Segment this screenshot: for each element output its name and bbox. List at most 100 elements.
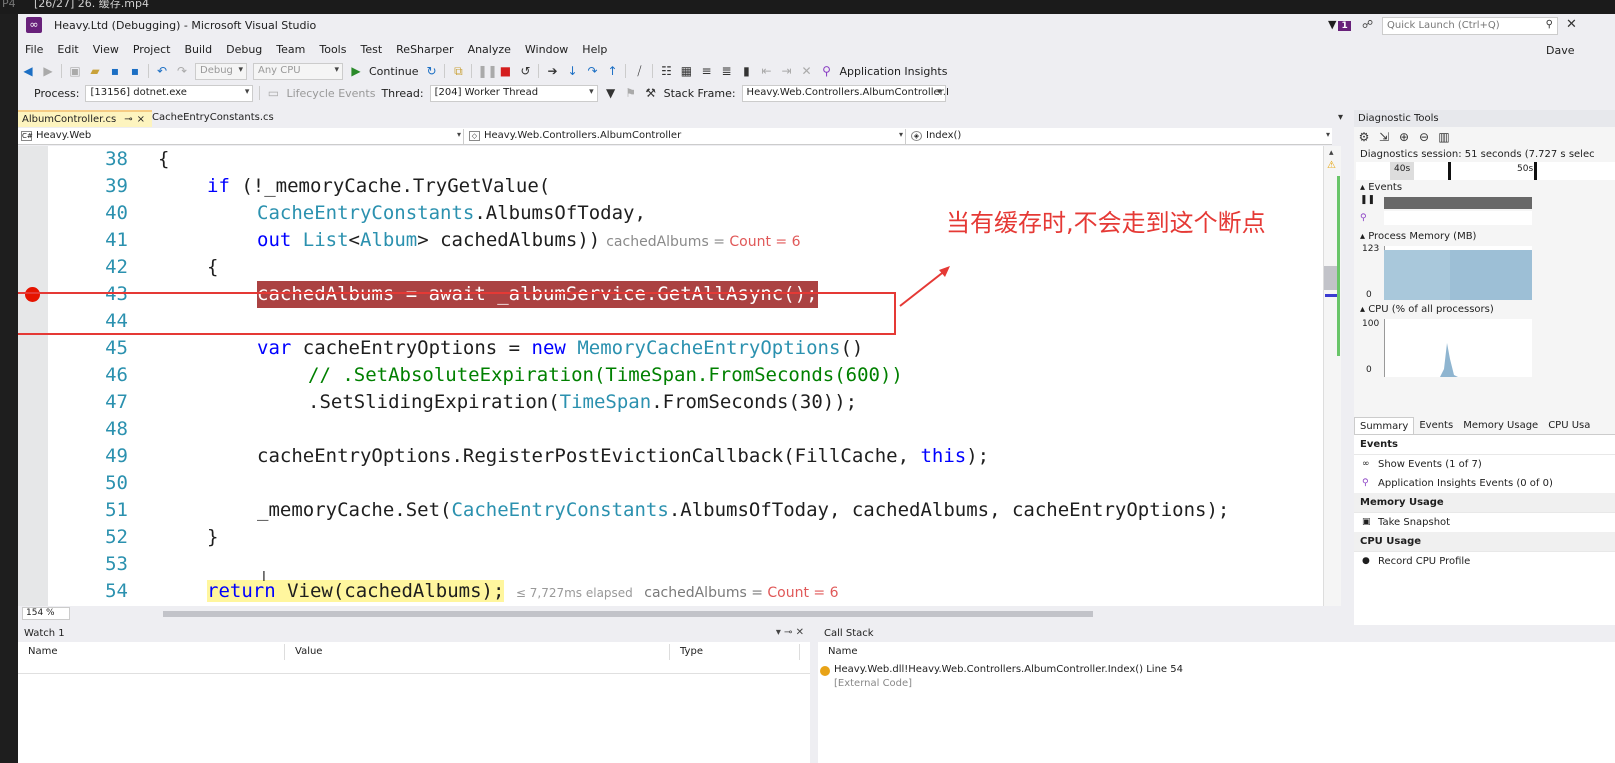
continue-button[interactable]: Continue bbox=[369, 65, 418, 78]
save-icon[interactable]: ▪ bbox=[107, 63, 123, 79]
tab-events[interactable]: Events bbox=[1414, 417, 1458, 434]
menu-analyze[interactable]: Analyze bbox=[461, 41, 518, 59]
continue-icon[interactable]: ▶ bbox=[348, 63, 364, 79]
app-insights-button[interactable]: Application Insights bbox=[839, 65, 947, 78]
hex-icon[interactable]: ⧸ bbox=[631, 63, 647, 79]
method-icon: ◈ bbox=[911, 131, 922, 141]
open-folder-icon[interactable]: ▰ bbox=[87, 63, 103, 79]
tab-cache-entry-constants[interactable]: CacheEntryConstants.cs bbox=[148, 110, 278, 127]
code-editor[interactable]: 38{ 39 if (!_memoryCache.TryGetValue( 40 C… bbox=[18, 146, 1323, 620]
menu-build[interactable]: Build bbox=[177, 41, 219, 59]
undo-icon[interactable]: ↶ bbox=[154, 63, 170, 79]
restart-icon[interactable]: ↺ bbox=[517, 63, 533, 79]
menu-edit[interactable]: Edit bbox=[50, 41, 85, 59]
comment-icon[interactable]: ≡ bbox=[698, 63, 714, 79]
cpu-chart[interactable]: 100 0 bbox=[1354, 317, 1615, 379]
step-out-icon[interactable]: ↑ bbox=[604, 63, 620, 79]
show-next-statement-icon[interactable]: ➔ bbox=[544, 63, 560, 79]
column-type[interactable]: Type bbox=[670, 644, 800, 660]
tab-cpu-usage[interactable]: CPU Usa bbox=[1543, 417, 1595, 434]
datatip-cached-albums[interactable]: cachedAlbums = Count = 6 bbox=[606, 234, 800, 250]
menu-test[interactable]: Test bbox=[353, 41, 389, 59]
menu-team[interactable]: Team bbox=[269, 41, 312, 59]
stop-icon[interactable]: ■ bbox=[497, 63, 513, 79]
flag-threads-icon[interactable]: ⚑ bbox=[623, 85, 639, 101]
code-line: 49 cacheEntryOptions.RegisterPostEviction… bbox=[105, 445, 990, 467]
editor-vertical-scrollbar[interactable]: ▴ ⚠ ▾ bbox=[1323, 146, 1341, 620]
menu-tools[interactable]: Tools bbox=[312, 41, 353, 59]
uncomment-icon[interactable]: ≣ bbox=[718, 63, 734, 79]
menu-resharper[interactable]: ReSharper bbox=[389, 41, 460, 59]
menu-help[interactable]: Help bbox=[575, 41, 614, 59]
quick-launch-input[interactable]: Quick Launch (Ctrl+Q) ⚲ bbox=[1382, 17, 1558, 35]
menu-window[interactable]: Window bbox=[518, 41, 575, 59]
menu-file[interactable]: File bbox=[18, 41, 50, 59]
tab-album-controller[interactable]: AlbumController.cs ⊸ × bbox=[18, 110, 152, 127]
code-map-icon[interactable]: ▦ bbox=[678, 63, 694, 79]
panel-controls-icon[interactable]: ▾ ⊸ ✕ bbox=[776, 627, 804, 638]
ai-events-link[interactable]: ⚲ Application Insights Events (0 of 0) bbox=[1354, 474, 1615, 493]
step-over-icon[interactable]: ↷ bbox=[584, 63, 600, 79]
method-dropdown[interactable]: ◈ Index() bbox=[908, 129, 1332, 144]
forward-icon[interactable]: ▶ bbox=[40, 63, 56, 79]
feedback-icon[interactable]: ☍ bbox=[1362, 18, 1373, 31]
column-value[interactable]: Value bbox=[285, 644, 670, 660]
threads-icon[interactable]: ☷ bbox=[658, 63, 674, 79]
filter-icon[interactable]: ▼ bbox=[603, 85, 619, 101]
close-tab-icon[interactable]: × bbox=[137, 114, 145, 125]
thread-dropdown[interactable]: [204] Worker Thread bbox=[429, 84, 598, 102]
menu-project[interactable]: Project bbox=[126, 41, 178, 59]
pause-icon[interactable]: ❚❚ bbox=[1360, 195, 1375, 205]
tab-summary[interactable]: Summary bbox=[1354, 417, 1415, 434]
settings-icon[interactable]: ⚙ bbox=[1356, 129, 1372, 145]
user-name[interactable]: Dave bbox=[1546, 44, 1575, 57]
project-dropdown[interactable]: C# Heavy.Web bbox=[18, 129, 464, 144]
refresh-icon[interactable]: ↻ bbox=[423, 63, 439, 79]
datatip-cached-albums-2[interactable]: cachedAlbums = Count = 6 bbox=[644, 585, 838, 601]
save-all-icon[interactable]: ▪ bbox=[127, 63, 143, 79]
bookmark-icon[interactable]: ▮ bbox=[738, 63, 754, 79]
call-stack-row[interactable]: [External Code] bbox=[834, 678, 912, 689]
close-icon[interactable]: ✕ bbox=[1566, 17, 1577, 32]
back-icon[interactable]: ◀ bbox=[20, 63, 36, 79]
step-into-icon[interactable]: ↓ bbox=[564, 63, 580, 79]
take-snapshot-button[interactable]: ▣ Take Snapshot bbox=[1354, 513, 1615, 532]
column-name[interactable]: Name bbox=[818, 644, 1615, 660]
perf-tip[interactable]: ≤ 7,727ms elapsed bbox=[516, 586, 633, 600]
events-track[interactable]: ❚❚ ⚲ bbox=[1354, 195, 1615, 229]
horizontal-scroll-thumb[interactable] bbox=[163, 611, 1093, 617]
process-dropdown[interactable]: [13156] dotnet.exe bbox=[85, 84, 254, 102]
redo-icon[interactable]: ↷ bbox=[174, 63, 190, 79]
prev-bookmark-icon[interactable]: ⇤ bbox=[758, 63, 774, 79]
platform-dropdown[interactable]: Any CPU bbox=[253, 62, 343, 80]
reset-zoom-icon[interactable]: ▥ bbox=[1436, 129, 1452, 145]
menu-view[interactable]: View bbox=[86, 41, 126, 59]
pause-icon[interactable]: ❚❚ bbox=[477, 63, 497, 79]
timeline-ruler[interactable]: 40s 50s bbox=[1356, 162, 1615, 180]
export-icon[interactable]: ⇲ bbox=[1376, 129, 1392, 145]
clear-bookmarks-icon[interactable]: ✕ bbox=[798, 63, 814, 79]
code-line: 38{ bbox=[105, 148, 170, 170]
new-project-icon[interactable]: ▣ bbox=[67, 63, 83, 79]
stack-frame-dropdown[interactable]: Heavy.Web.Controllers.AlbumController.I bbox=[741, 84, 949, 102]
show-threads-icon[interactable]: ⚒ bbox=[643, 85, 659, 101]
show-events-link[interactable]: ∞ Show Events (1 of 7) bbox=[1354, 455, 1615, 474]
lifecycle-events-button[interactable]: Lifecycle Events bbox=[286, 87, 375, 100]
pin-icon[interactable]: ⊸ bbox=[124, 114, 132, 125]
zoom-dropdown[interactable]: 154 % bbox=[22, 607, 70, 620]
browser-link-icon[interactable]: ⧉ bbox=[450, 63, 466, 79]
tab-memory-usage[interactable]: Memory Usage bbox=[1458, 417, 1543, 434]
record-cpu-button[interactable]: ● Record CPU Profile bbox=[1354, 552, 1615, 571]
watch-empty-row[interactable] bbox=[18, 660, 810, 674]
next-bookmark-icon[interactable]: ⇥ bbox=[778, 63, 794, 79]
notifications-button[interactable]: ▼ 1 bbox=[1328, 18, 1351, 31]
column-name[interactable]: Name bbox=[18, 644, 285, 660]
memory-chart[interactable]: 123 0 bbox=[1354, 244, 1615, 302]
tab-overflow-icon[interactable]: ▾ bbox=[1334, 110, 1347, 127]
config-dropdown[interactable]: Debug bbox=[195, 62, 247, 80]
class-dropdown[interactable]: ◇ Heavy.Web.Controllers.AlbumController bbox=[466, 129, 906, 144]
menu-debug[interactable]: Debug bbox=[219, 41, 269, 59]
zoom-out-icon[interactable]: ⊖ bbox=[1416, 129, 1432, 145]
zoom-in-icon[interactable]: ⊕ bbox=[1396, 129, 1412, 145]
call-stack-row[interactable]: Heavy.Web.dll!Heavy.Web.Controllers.Albu… bbox=[834, 664, 1183, 675]
